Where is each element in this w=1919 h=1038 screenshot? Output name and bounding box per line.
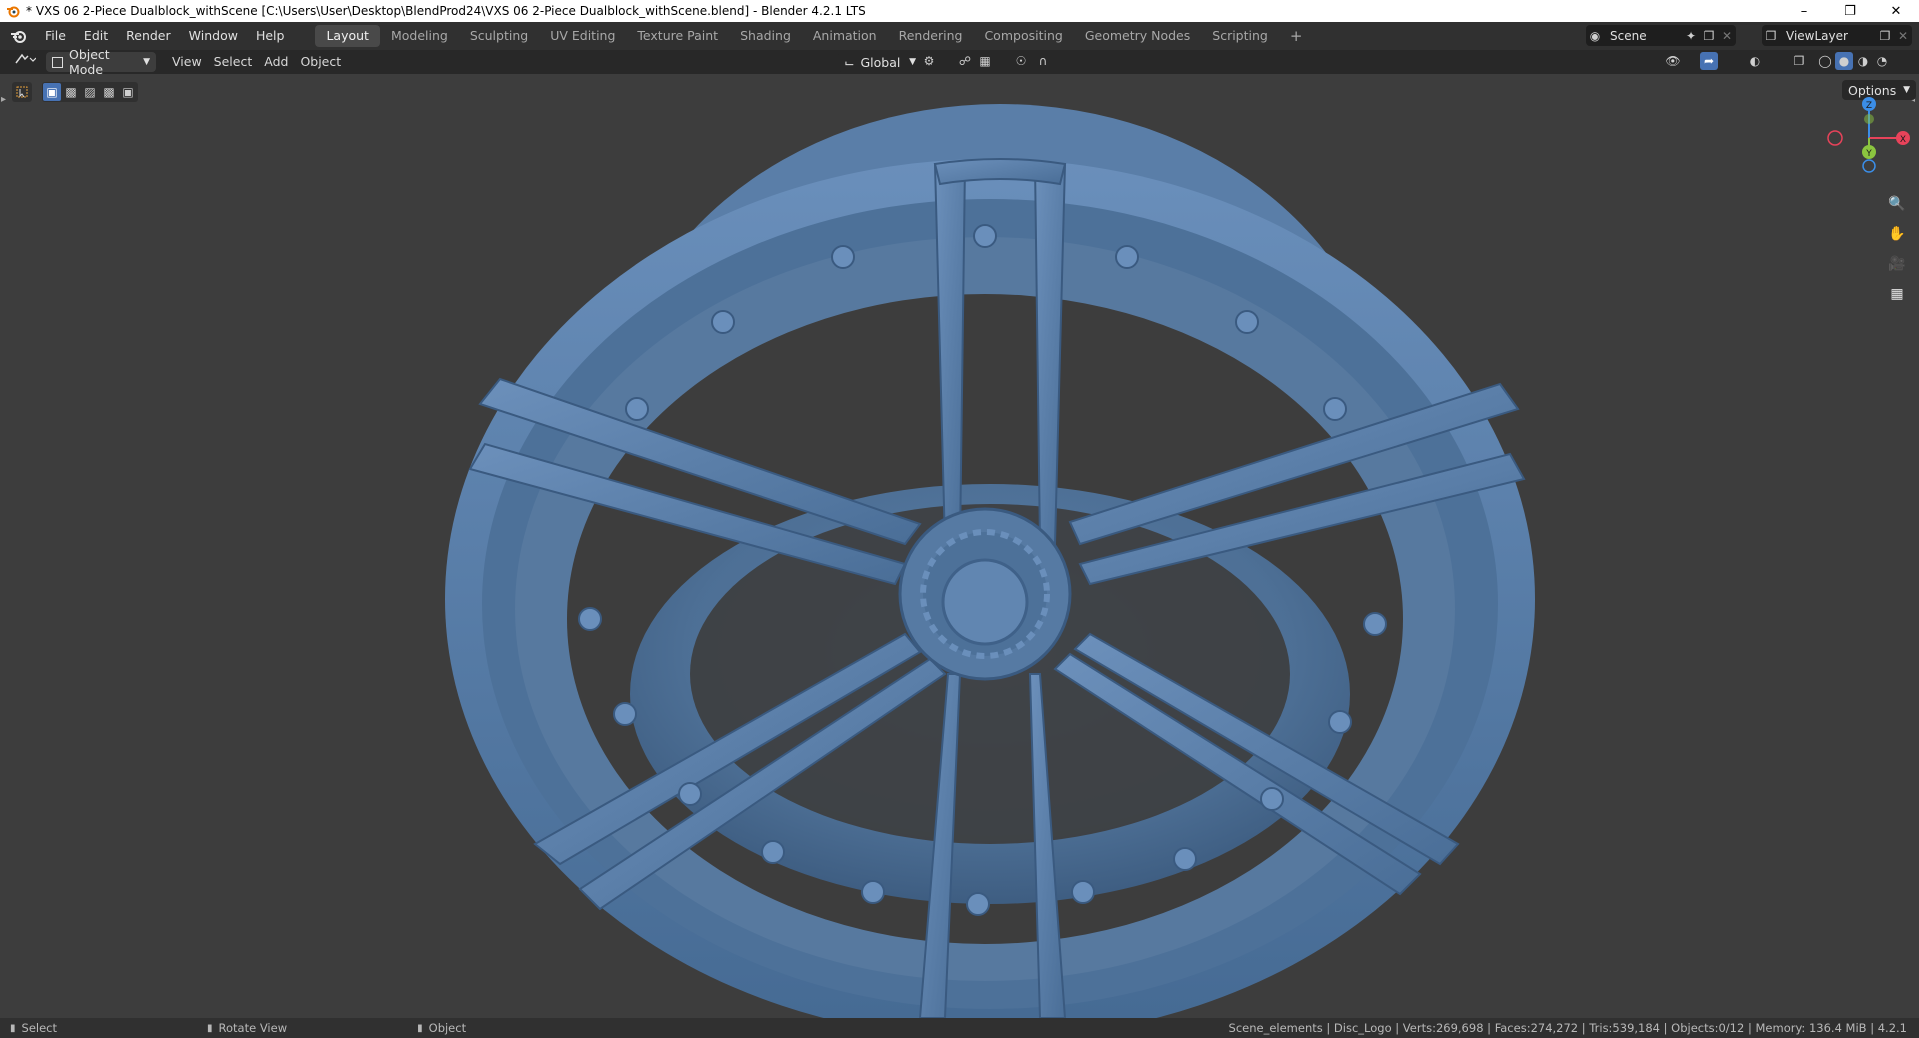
gizmo-z-label: Z	[1866, 101, 1872, 111]
top-bar: File Edit Render Window Help Layout Mode…	[0, 22, 1919, 50]
menu-render[interactable]: Render	[117, 25, 180, 47]
mouse-right-icon: ▮	[417, 1022, 423, 1034]
overlays-icon[interactable]: ◐	[1746, 52, 1764, 70]
chevron-down-icon: ▼	[143, 57, 150, 67]
select-subtract-icon[interactable]: ▨	[81, 83, 99, 101]
chevron-down-icon: ▼	[909, 57, 916, 67]
tab-compositing[interactable]: Compositing	[973, 25, 1073, 47]
tab-texture-paint[interactable]: Texture Paint	[626, 25, 729, 47]
mode-label: Object Mode	[69, 47, 110, 77]
object-mode-icon	[52, 56, 63, 68]
mode-dropdown[interactable]: Object Mode ▼	[46, 47, 156, 77]
shading-solid-icon[interactable]: ●	[1835, 52, 1853, 70]
perspective-grid-icon[interactable]: ▦	[1885, 282, 1909, 306]
transform-orientation-dropdown[interactable]: ⌙ Global ▼	[838, 52, 922, 72]
camera-view-icon[interactable]: 🎥	[1885, 252, 1909, 276]
menu-add[interactable]: Add	[258, 52, 294, 72]
menu-view[interactable]: View	[166, 52, 208, 72]
tab-scripting[interactable]: Scripting	[1201, 25, 1279, 47]
proportional-edit-icon[interactable]: ☉	[1012, 52, 1030, 70]
orientation-axes-icon: ⌙	[844, 54, 855, 70]
scene-selector[interactable]: ◉ Scene ✦ ❐ ✕	[1586, 25, 1736, 46]
delete-scene-icon[interactable]: ✕	[1718, 27, 1736, 45]
maximize-button[interactable]: ❐	[1827, 0, 1873, 22]
mouse-middle-icon: ▮	[207, 1022, 213, 1034]
tab-modeling[interactable]: Modeling	[380, 25, 459, 47]
toolbar-expand-icon[interactable]: ▸	[1, 94, 6, 105]
select-new-icon[interactable]: ▣	[43, 83, 61, 101]
center-cap	[941, 558, 1029, 646]
status-select-hint: Select	[21, 1021, 57, 1035]
delete-view-layer-icon[interactable]: ✕	[1894, 27, 1912, 45]
tab-animation[interactable]: Animation	[802, 25, 888, 47]
falloff-icon[interactable]: ∩	[1034, 52, 1052, 70]
snap-toggle-icon[interactable]: ☍	[956, 52, 974, 70]
scene-statistics: Scene_elements | Disc_Logo | Verts:269,6…	[1228, 1021, 1907, 1035]
scene-name: Scene	[1610, 28, 1647, 43]
selection-mode-group: ▣ ▩ ▨ ▩ ▣	[42, 82, 138, 102]
zoom-icon[interactable]: 🔍	[1885, 192, 1909, 216]
menu-object[interactable]: Object	[294, 52, 347, 72]
status-object-hint: Object	[428, 1021, 467, 1035]
xray-icon[interactable]: ❐	[1790, 52, 1808, 70]
pivot-point-button[interactable]: ⚙	[920, 52, 938, 70]
select-intersect-icon[interactable]: ▣	[119, 83, 137, 101]
mouse-left-icon: ▮	[10, 1022, 16, 1034]
minimize-button[interactable]: –	[1781, 0, 1827, 22]
3d-viewport[interactable]: ▣ ▩ ▨ ▩ ▣ ▸ ◂ Options ▼ Z X Y 🔍 ✋ 🎥 ▦	[0, 74, 1919, 1018]
view-layer-icon: ❐	[1765, 28, 1777, 43]
view-layer-name: ViewLayer	[1786, 28, 1848, 43]
menu-select[interactable]: Select	[208, 52, 259, 72]
tab-uv-editing[interactable]: UV Editing	[539, 25, 626, 47]
navigation-gizmo[interactable]: Z X Y	[1824, 92, 1914, 182]
gizmo-x-label: X	[1900, 135, 1906, 145]
wheel-render	[445, 104, 1535, 1018]
new-view-layer-icon[interactable]: ❐	[1876, 27, 1894, 45]
pan-hand-icon[interactable]: ✋	[1885, 222, 1909, 246]
menu-help[interactable]: Help	[247, 25, 294, 47]
editor-type-icon	[15, 53, 37, 64]
blender-logo-icon[interactable]	[8, 25, 30, 47]
shading-rendered-icon[interactable]: ◔	[1873, 52, 1891, 70]
close-button[interactable]: ✕	[1873, 0, 1919, 22]
shading-wireframe-icon[interactable]: ◯	[1816, 52, 1834, 70]
window-title: * VXS 06 2-Piece Dualblock_withScene [C:…	[26, 4, 866, 18]
pin-icon[interactable]: ✦	[1682, 27, 1700, 45]
gizmo-toggle-icon[interactable]: ➦	[1700, 52, 1718, 70]
gizmo-neg-z-axis	[1862, 159, 1876, 173]
menu-edit[interactable]: Edit	[75, 25, 117, 47]
select-extend-icon[interactable]: ▩	[62, 83, 80, 101]
menu-window[interactable]: Window	[180, 25, 247, 47]
view-layer-selector[interactable]: ❐ ViewLayer ❐ ✕	[1762, 25, 1912, 46]
scene-icon: ◉	[1589, 28, 1601, 43]
menu-file[interactable]: File	[36, 25, 75, 47]
viewport-header: Object Mode ▼ View Select Add Object ⌙ G…	[0, 47, 1919, 77]
gizmo-neg-x-axis	[1827, 130, 1843, 146]
new-scene-icon[interactable]: ❐	[1700, 27, 1718, 45]
blender-app-icon	[6, 4, 20, 18]
add-workspace-button[interactable]: +	[1279, 25, 1314, 47]
visibility-icon[interactable]: 👁	[1664, 52, 1682, 70]
select-tool-button[interactable]	[12, 82, 32, 102]
select-invert-icon[interactable]: ▩	[100, 83, 118, 101]
orientation-label: Global	[860, 54, 901, 70]
gizmo-y-label: Y	[1865, 149, 1872, 159]
tab-rendering[interactable]: Rendering	[888, 25, 974, 47]
tab-geometry-nodes[interactable]: Geometry Nodes	[1074, 25, 1201, 47]
window-titlebar: * VXS 06 2-Piece Dualblock_withScene [C:…	[0, 0, 1919, 22]
tab-layout[interactable]: Layout	[315, 25, 380, 47]
snap-target-icon[interactable]: ▦	[976, 52, 994, 70]
shading-material-icon[interactable]: ◑	[1854, 52, 1872, 70]
editor-type-dropdown[interactable]	[8, 52, 42, 72]
status-bar: ▮ Select ▮ Rotate View ▮ Object Scene_el…	[0, 1018, 1919, 1038]
tab-sculpting[interactable]: Sculpting	[459, 25, 539, 47]
gizmo-neg-y-axis	[1864, 114, 1874, 124]
status-rotate-hint: Rotate View	[218, 1021, 288, 1035]
tab-shading[interactable]: Shading	[729, 25, 802, 47]
